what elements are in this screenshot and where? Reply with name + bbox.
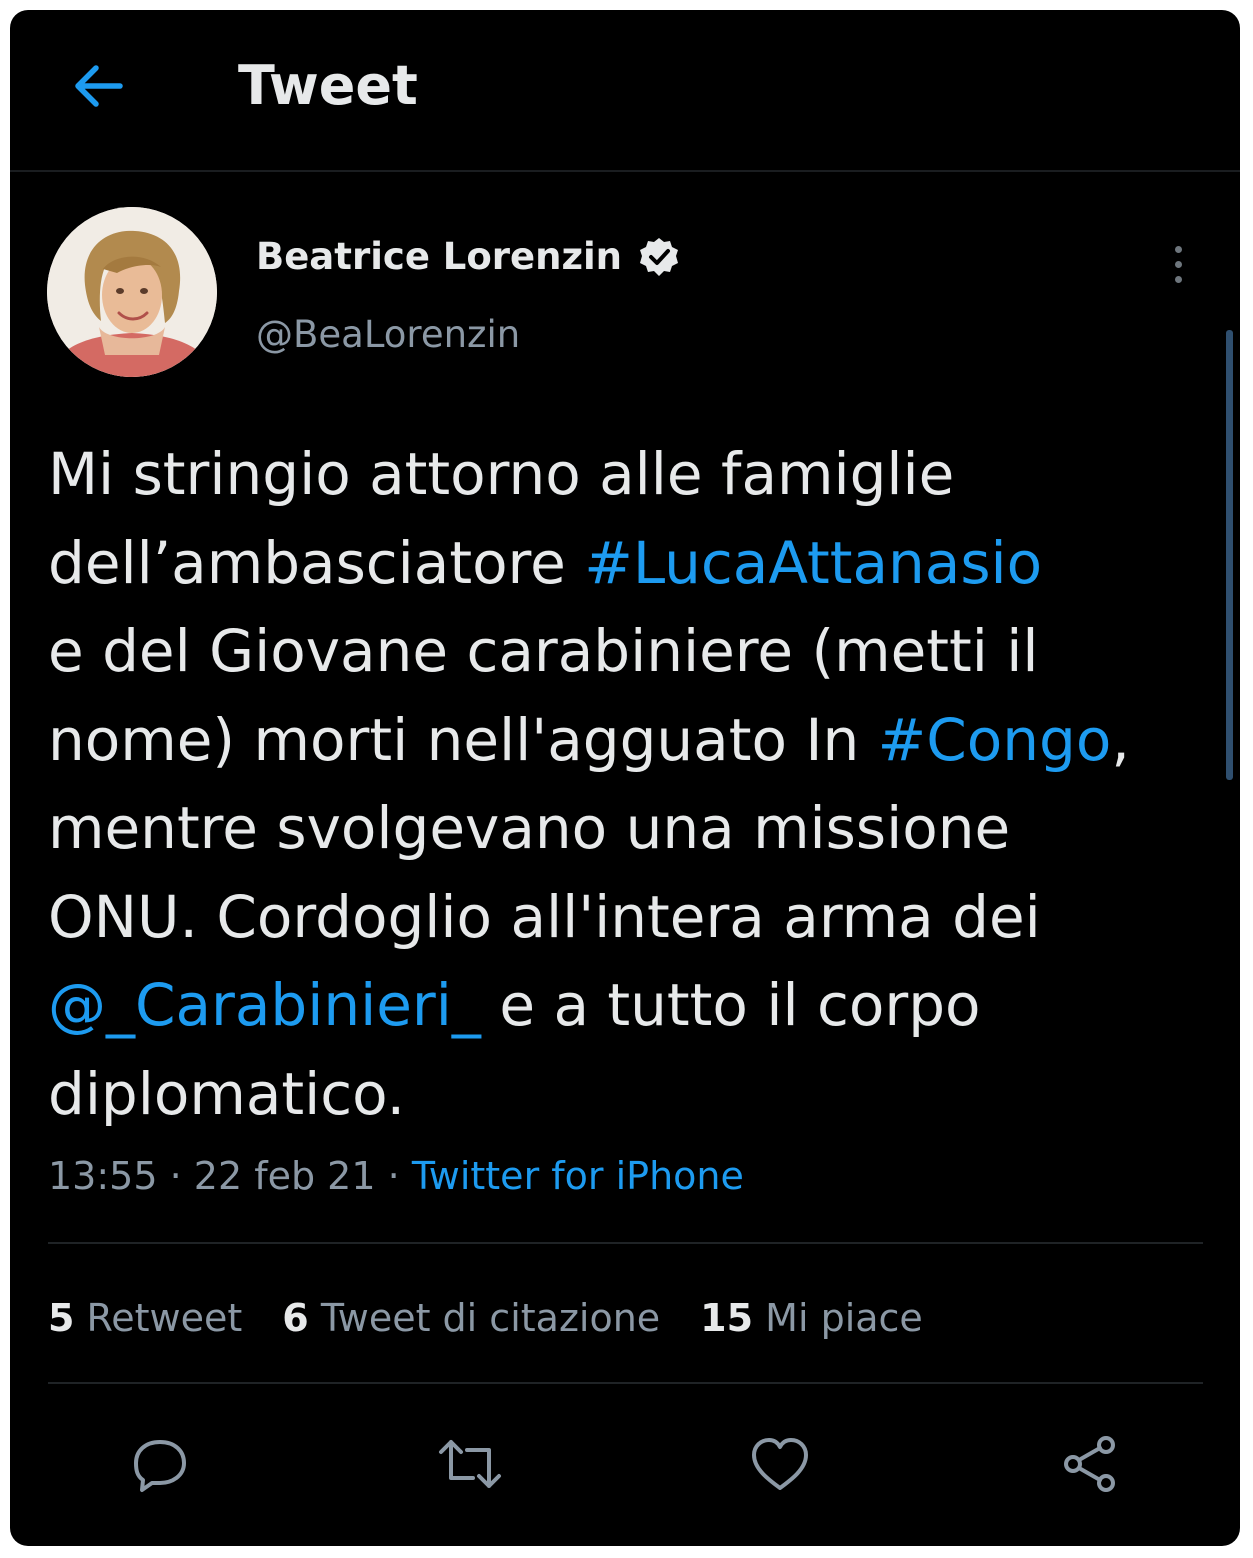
- likes-stat[interactable]: 15 Mi piace: [700, 1290, 923, 1346]
- tweet-text-run: mentre svolgevano una missione: [48, 794, 1011, 862]
- mention-link[interactable]: @_Carabinieri_: [48, 971, 481, 1039]
- tweet-text-line: diplomatico.: [48, 1050, 1223, 1139]
- hashtag-link[interactable]: #LucaAttanasio: [584, 529, 1042, 597]
- tweet-text-run: ONU. Cordoglio all'intera arma dei: [48, 882, 1041, 951]
- back-button[interactable]: [66, 54, 130, 118]
- tweet-screen: Tweet Beatrice Lorenzin @BeaLorenzin Mi …: [10, 10, 1240, 1546]
- tweet-text-line: mentre svolgevano una missione: [48, 784, 1223, 873]
- more-dot: [1174, 260, 1182, 268]
- meta-separator: ·: [387, 1154, 400, 1198]
- quotes-count: 6: [282, 1296, 309, 1340]
- retweets-stat[interactable]: 5 Retweet: [48, 1290, 242, 1346]
- likes-count: 15: [700, 1296, 754, 1340]
- top-bar: Tweet: [10, 10, 1240, 172]
- tweet-text-run: nome) morti nell'agguato In: [48, 705, 878, 774]
- tweet-text: Mi stringio attorno alle famiglie dell’am…: [48, 430, 1223, 1138]
- tweet-text-run: e del Giovane carabiniere (metti il: [48, 617, 1039, 685]
- quotes-label: Tweet di citazione: [320, 1296, 661, 1340]
- tweet-text-line: Mi stringio attorno alle famiglie: [48, 430, 1223, 519]
- share-icon: [1064, 1436, 1115, 1492]
- scrollbar[interactable]: [1226, 330, 1233, 780]
- tweet-text-run: Mi stringio attorno alle famiglie: [48, 440, 955, 508]
- retweet-icon: [439, 1440, 501, 1488]
- tweet-text-line: e del Giovane carabiniere (metti il: [48, 607, 1223, 696]
- quotes-stat[interactable]: 6 Tweet di citazione: [282, 1290, 660, 1346]
- retweet-button[interactable]: [434, 1428, 506, 1500]
- divider: [48, 1382, 1203, 1384]
- share-button[interactable]: [1054, 1428, 1126, 1500]
- divider: [48, 1242, 1203, 1244]
- retweets-label: Retweet: [86, 1296, 243, 1340]
- arrow-left-icon: [75, 65, 123, 107]
- meta-separator: ·: [169, 1154, 182, 1198]
- comment-icon: [134, 1440, 186, 1492]
- tweet-text-line: @_Carabinieri_ e a tutto il corpo: [48, 961, 1223, 1050]
- author-handle[interactable]: @BeaLorenzin: [256, 312, 520, 358]
- heart-icon: [752, 1438, 808, 1490]
- tweet-text-run: ,: [1111, 705, 1130, 774]
- hashtag-link[interactable]: #Congo: [878, 706, 1112, 774]
- more-dot: [1174, 275, 1182, 283]
- tweet-text-run: diplomatico.: [48, 1059, 406, 1128]
- reply-button[interactable]: [124, 1428, 196, 1500]
- retweets-count: 5: [48, 1296, 75, 1340]
- tweet-date[interactable]: 22 feb 21: [194, 1154, 376, 1198]
- verified-badge-icon: [640, 238, 678, 276]
- tweet-text-line: dell’ambasciatore #LucaAttanasio: [48, 519, 1223, 608]
- more-options-button[interactable]: [1160, 234, 1196, 294]
- tweet-text-run: dell’ambasciatore: [48, 528, 585, 597]
- tweet-text-line: nome) morti nell'agguato In #Congo,: [48, 696, 1223, 785]
- like-button[interactable]: [744, 1428, 816, 1500]
- author-name[interactable]: Beatrice Lorenzin: [256, 234, 622, 280]
- more-vertical-icon: [1174, 245, 1182, 253]
- tweet-meta: 13:55 · 22 feb 21 · Twitter for iPhone: [48, 1148, 744, 1204]
- page-title: Tweet: [238, 54, 418, 117]
- tweet-text-run: e a tutto il corpo: [480, 971, 981, 1039]
- avatar-photo: [47, 207, 217, 377]
- tweet-time[interactable]: 13:55: [48, 1154, 158, 1198]
- likes-label: Mi piace: [765, 1296, 923, 1340]
- tweet-source-link[interactable]: Twitter for iPhone: [412, 1154, 744, 1198]
- avatar[interactable]: [47, 207, 217, 377]
- tweet-stats: 5 Retweet 6 Tweet di citazione 15 Mi pia…: [48, 1290, 923, 1346]
- tweet-text-line: ONU. Cordoglio all'intera arma dei: [48, 873, 1223, 962]
